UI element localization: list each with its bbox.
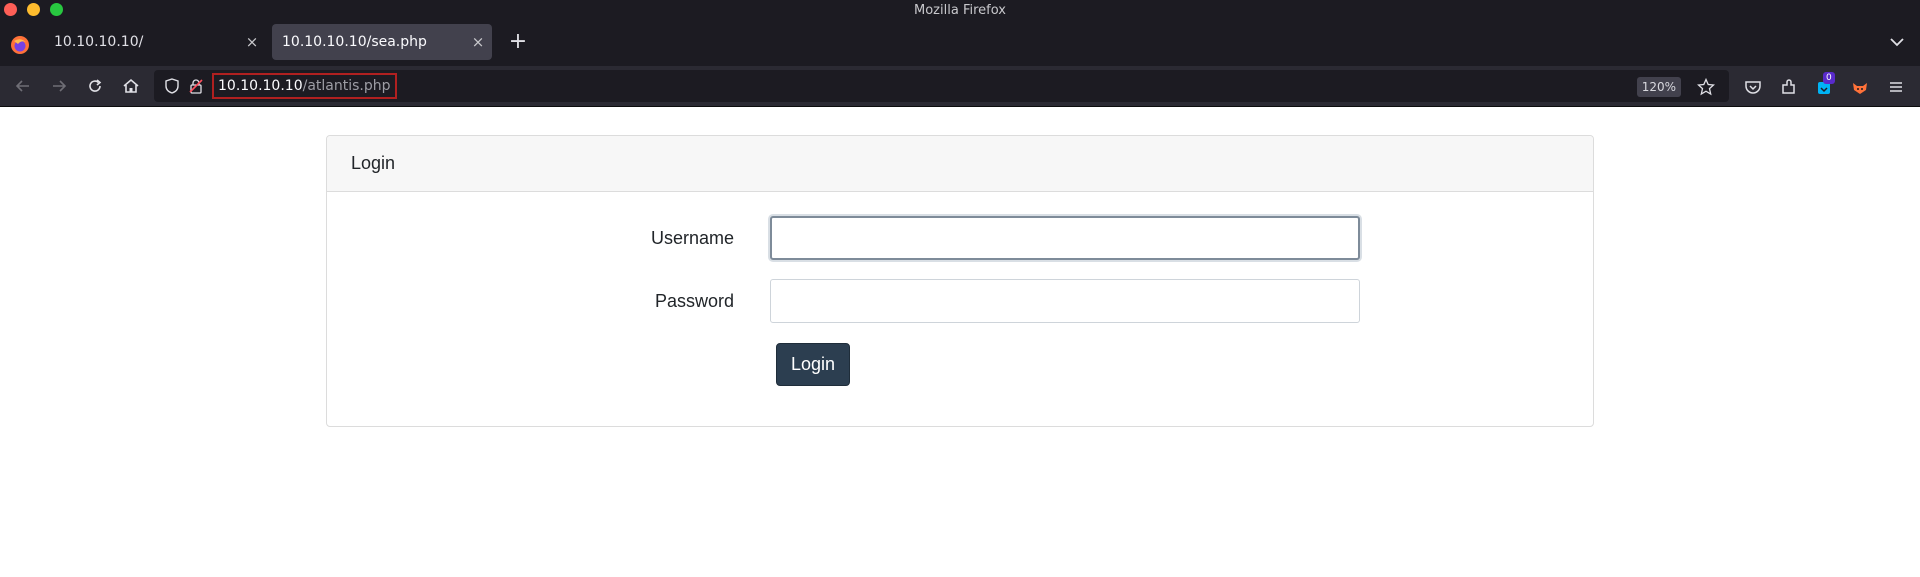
password-label: Password	[654, 291, 734, 311]
tab-label: 10.10.10.10/	[54, 34, 144, 50]
card-header: Login	[327, 136, 1593, 192]
password-input[interactable]	[770, 279, 1360, 323]
extensions-icon[interactable]	[1779, 77, 1799, 97]
url-path: /atlantis.php	[302, 78, 391, 94]
notification-badge: 0	[1823, 72, 1835, 84]
minimize-window-button[interactable]	[27, 3, 40, 16]
new-tab-button[interactable]: +	[505, 29, 531, 54]
reload-icon[interactable]	[85, 76, 105, 96]
url-text[interactable]: 10.10.10.10/atlantis.php	[212, 73, 397, 99]
tab-strip: 10.10.10.10/ × 10.10.10.10/sea.php × +	[0, 20, 1920, 66]
chevron-down-icon[interactable]	[1886, 31, 1908, 53]
username-input[interactable]	[770, 216, 1360, 260]
zoom-indicator[interactable]: 120%	[1636, 77, 1681, 97]
tab-home[interactable]: 10.10.10.10/ ×	[44, 24, 266, 60]
window-titlebar: Mozilla Firefox	[0, 0, 1920, 20]
close-tab-icon[interactable]: ×	[464, 33, 492, 51]
back-icon[interactable]	[13, 76, 33, 96]
card-title: Login	[351, 153, 396, 173]
navigation-toolbar: 10.10.10.10/atlantis.php 120% 0	[0, 66, 1920, 107]
forward-icon[interactable]	[49, 76, 69, 96]
firefox-logo-icon[interactable]	[10, 35, 30, 55]
close-window-button[interactable]	[4, 3, 17, 16]
window-title: Mozilla Firefox	[914, 2, 1006, 18]
menu-icon[interactable]	[1886, 77, 1906, 97]
login-button[interactable]: Login	[776, 343, 850, 386]
star-icon[interactable]	[1697, 78, 1715, 96]
pocket-icon[interactable]	[1743, 77, 1763, 97]
tab-sea[interactable]: 10.10.10.10/sea.php ×	[272, 24, 492, 60]
login-card: Login Username Password Login	[326, 135, 1594, 427]
close-tab-icon[interactable]: ×	[238, 33, 266, 51]
tab-label: 10.10.10.10/sea.php	[282, 34, 427, 50]
firefox-fox-icon[interactable]	[1850, 77, 1870, 97]
url-host: 10.10.10.10	[218, 78, 303, 94]
shield-icon[interactable]	[164, 78, 180, 94]
maximize-window-button[interactable]	[50, 3, 63, 16]
url-bar[interactable]: 10.10.10.10/atlantis.php 120%	[154, 70, 1729, 102]
window-controls	[4, 3, 63, 16]
home-icon[interactable]	[121, 76, 141, 96]
insecure-lock-icon[interactable]	[188, 78, 204, 94]
username-label: Username	[650, 228, 734, 248]
